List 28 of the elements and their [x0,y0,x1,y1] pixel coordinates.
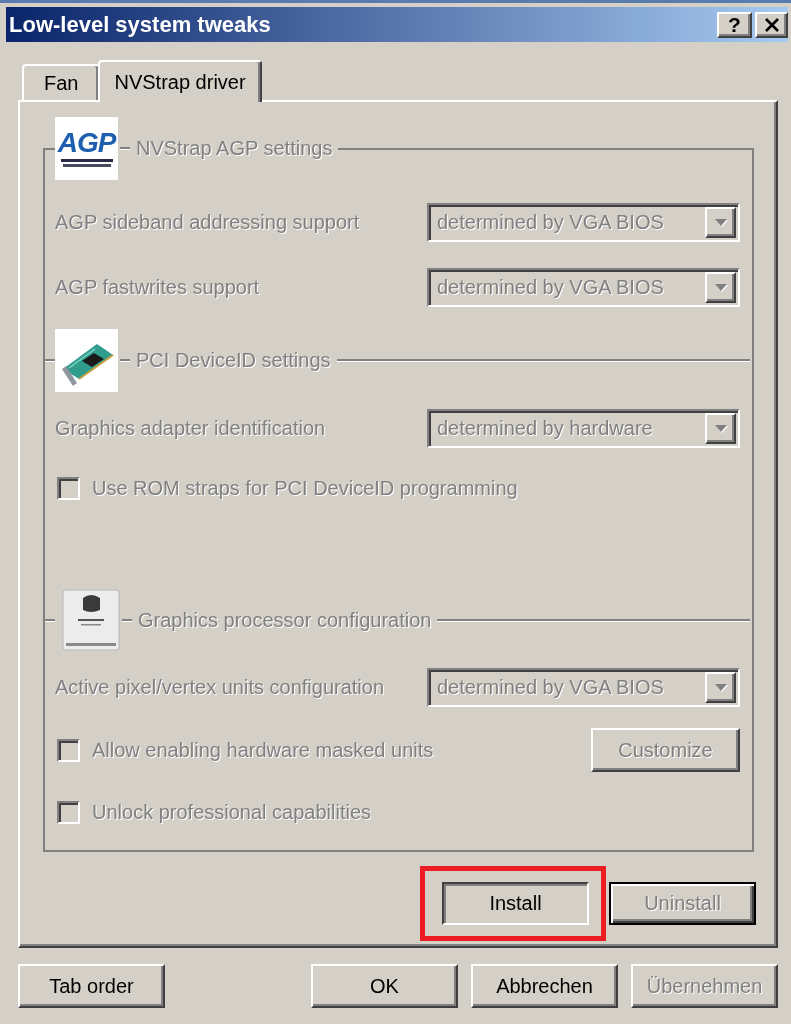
help-button[interactable]: ? [717,11,752,38]
footer-button[interactable]: OK [311,964,458,1008]
field-label: AGP fastwrites support [55,276,261,299]
close-button[interactable] [755,11,788,38]
checkbox-label: Allow enabling hardware masked units [92,738,434,762]
graphics-card-icon [55,329,118,392]
chip-icon [62,589,120,651]
close-icon [763,17,780,32]
window-title: Low-level system tweaks [9,11,272,38]
logo-text: AGP [57,129,116,157]
action-button[interactable]: Install [442,882,589,925]
section-title: NVStrap AGP settings [136,137,333,160]
caret-icon [714,284,727,291]
caption-lines-icon [60,159,113,168]
caret-icon [714,219,727,226]
checkbox-label: Unlock professional capabilities [92,801,372,824]
caret-icon [714,425,727,432]
section-title: PCI DeviceID settings [136,349,331,372]
caret-icon [714,684,727,691]
tab[interactable]: NVStrap driver [98,60,262,102]
section-title: Graphics processor configuration [138,608,432,632]
footer-button[interactable]: Abbrechen [471,964,618,1008]
field-label: Graphics adapter identification [55,417,327,440]
tab[interactable]: Fan [22,64,101,100]
checkbox-label: Use ROM straps for PCI DeviceID programming [92,477,518,500]
footer-button[interactable]: Tab order [18,964,165,1008]
field-label: AGP sideband addressing support [55,211,361,234]
field-label: Active pixel/vertex units configuration [55,676,386,699]
